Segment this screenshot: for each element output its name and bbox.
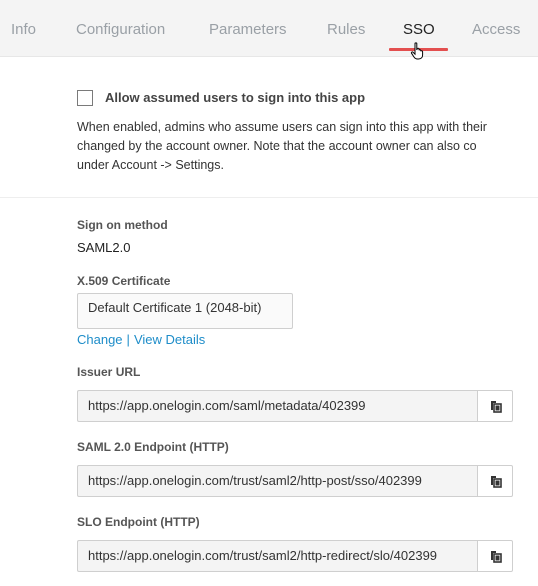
copy-icon <box>491 551 502 563</box>
help-line: under Account -> Settings. <box>77 158 224 172</box>
tab-parameters[interactable]: Parameters <box>209 21 287 38</box>
copy-saml-endpoint-button[interactable] <box>477 465 513 497</box>
certificate-label: X.509 Certificate <box>77 274 171 288</box>
slo-endpoint-field[interactable]: https://app.onelogin.com/trust/saml2/htt… <box>77 540 477 572</box>
slo-endpoint-label: SLO Endpoint (HTTP) <box>77 515 200 529</box>
copy-icon <box>491 401 502 413</box>
help-line: changed by the account owner. Note that … <box>77 139 477 153</box>
certificate-links: Change | View Details <box>77 332 205 347</box>
assume-users-label: Allow assumed users to sign into this ap… <box>105 90 366 105</box>
sign-on-method-value: SAML2.0 <box>77 240 131 255</box>
view-details-link[interactable]: View Details <box>134 332 205 347</box>
copy-issuer-url-button[interactable] <box>477 390 513 422</box>
tab-info[interactable]: Info <box>11 21 36 38</box>
change-certificate-link[interactable]: Change <box>77 332 123 347</box>
tab-sso[interactable]: SSO <box>403 21 435 38</box>
tab-configuration[interactable]: Configuration <box>76 21 165 38</box>
sign-on-method-label: Sign on method <box>77 218 168 232</box>
copy-slo-endpoint-button[interactable] <box>477 540 513 572</box>
issuer-url-label: Issuer URL <box>77 365 141 379</box>
active-tab-indicator <box>389 48 448 51</box>
issuer-url-field[interactable]: https://app.onelogin.com/saml/metadata/4… <box>77 390 477 422</box>
copy-icon <box>491 476 502 488</box>
help-line: When enabled, admins who assume users ca… <box>77 120 487 134</box>
assume-users-help-text: When enabled, admins who assume users ca… <box>77 118 538 175</box>
tab-access[interactable]: Access <box>472 21 520 38</box>
assume-users-checkbox[interactable] <box>77 90 93 106</box>
certificate-field[interactable]: Default Certificate 1 (2048-bit) <box>77 293 293 329</box>
saml-endpoint-field[interactable]: https://app.onelogin.com/trust/saml2/htt… <box>77 465 477 497</box>
tab-bar: Info Configuration Parameters Rules SSO … <box>0 0 538 57</box>
tab-rules[interactable]: Rules <box>327 21 365 38</box>
saml-endpoint-label: SAML 2.0 Endpoint (HTTP) <box>77 440 229 454</box>
link-separator: | <box>126 332 130 347</box>
